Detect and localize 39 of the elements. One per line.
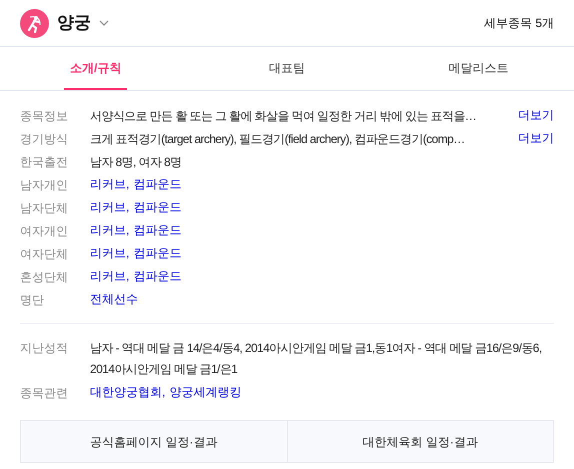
- info-link[interactable]: 리커브,: [90, 267, 130, 285]
- info-label: 여자개인: [20, 223, 69, 240]
- info-value: 크게 표적경기(target archery), 필드경기(field archery), 컴파운드경기(comp…: [90, 131, 466, 148]
- info-label: 종목정보: [20, 108, 69, 125]
- info-link[interactable]: 전체선수: [90, 290, 138, 308]
- tab[interactable]: 소개/규칙: [64, 47, 128, 90]
- info-label: 남자단체: [20, 200, 69, 217]
- info-value: 서양식으로 만든 활 또는 그 활에 화살을 먹여 일정한 거리 밖에 있는 표적을…: [90, 108, 478, 125]
- info-label: 한국출전: [20, 154, 69, 171]
- tab[interactable]: 대표팀: [262, 47, 311, 90]
- info-label: 명단: [20, 292, 45, 309]
- schedule-button[interactable]: 대한체육회 일정·결과: [286, 421, 553, 462]
- info-link[interactable]: 리커브,: [90, 175, 130, 193]
- info-label: 남자개인: [20, 177, 69, 194]
- info-link[interactable]: 리커브,: [90, 198, 130, 216]
- info-value: 남자 8명, 여자 8명: [90, 154, 182, 171]
- info-link[interactable]: 컴파운드: [133, 198, 182, 216]
- info-value: 남자 - 역대 메달 금 14/은4/동4, 2014아시안게임 메달 금1,동1여자 - 역대 메달 금16/은9/동6, 2014아시안게임 메달 금1/은1: [90, 340, 543, 378]
- info-label: 경기방식: [20, 131, 69, 148]
- schedule-button[interactable]: 공식홈페이지 일정·결과: [21, 421, 286, 462]
- more-link[interactable]: 더보기: [518, 106, 554, 127]
- info-label: 종목관련: [20, 385, 69, 402]
- info-link[interactable]: 리커브,: [90, 221, 130, 239]
- tab[interactable]: 메달리스트: [442, 47, 514, 90]
- info-label: 혼성단체: [20, 269, 69, 286]
- info-link[interactable]: 리커브,: [90, 244, 130, 262]
- sport-title: 양궁: [57, 12, 91, 34]
- more-link[interactable]: 더보기: [518, 129, 554, 150]
- info-link[interactable]: 컴파운드: [133, 175, 182, 193]
- archer-icon: [20, 8, 49, 38]
- info-label: 지난성적: [20, 340, 69, 357]
- info-link[interactable]: 대한양궁협회,: [90, 383, 166, 401]
- info-link[interactable]: 컴파운드: [133, 267, 182, 285]
- info-link[interactable]: 컴파운드: [133, 221, 182, 239]
- info-label: 여자단체: [20, 246, 69, 263]
- subevent-count: 세부종목 5개: [484, 15, 554, 32]
- info-link[interactable]: 양궁세계랭킹: [169, 383, 242, 401]
- info-link[interactable]: 컴파운드: [133, 244, 182, 262]
- chevron-down-icon[interactable]: [99, 20, 109, 26]
